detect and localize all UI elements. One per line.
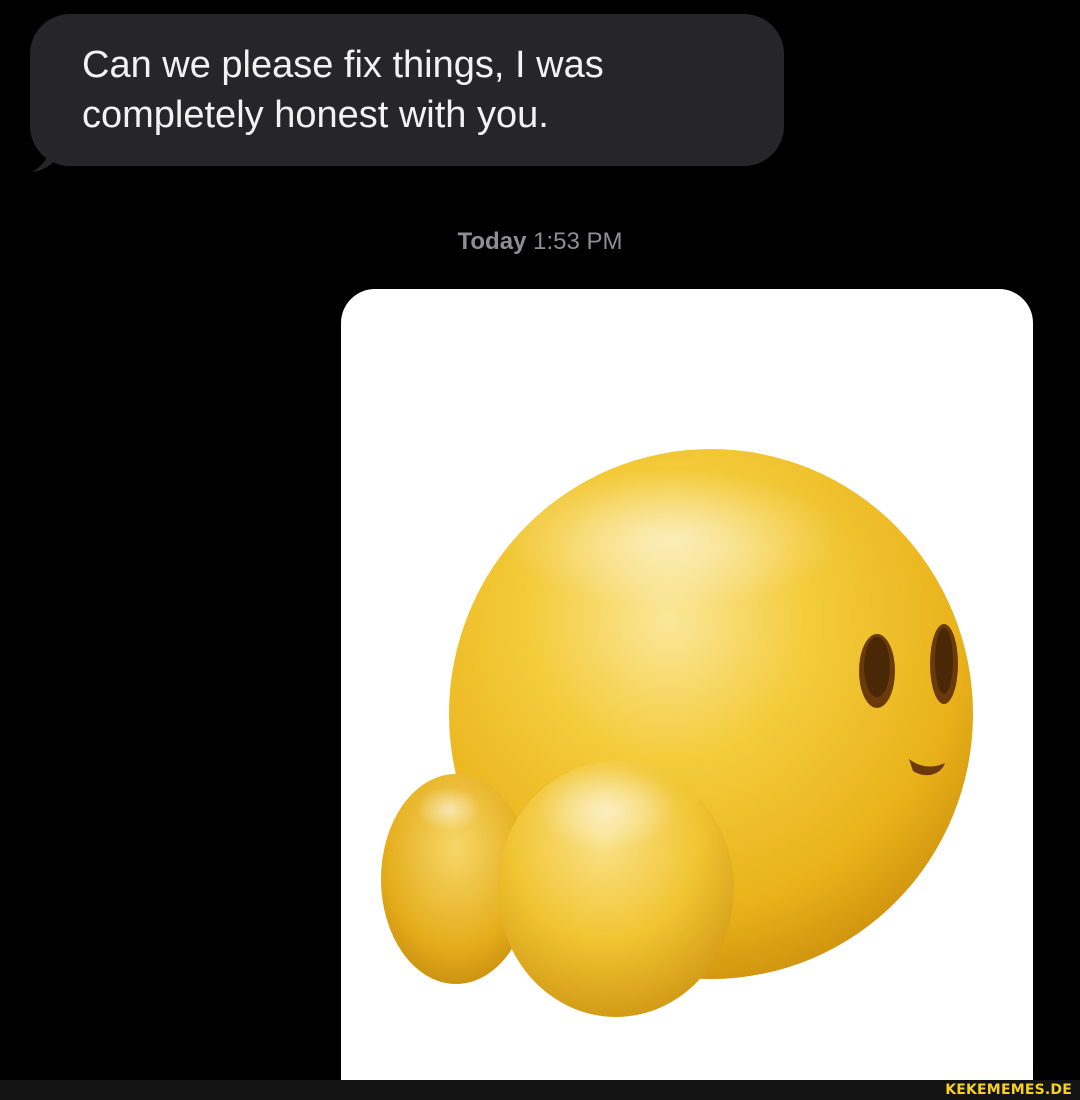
watermark-text: KEKEMEMES.DE — [945, 1082, 1072, 1098]
timestamp-time: 1:53 PM — [533, 228, 623, 255]
peach-butt-emoji-icon — [381, 449, 973, 1017]
message-thread: Can we please fix things, I was complete… — [0, 0, 1080, 1089]
outgoing-image-message[interactable] — [341, 289, 1033, 1089]
watermark-bar — [0, 1080, 1080, 1100]
incoming-message-wrapper: Can we please fix things, I was complete… — [30, 14, 784, 172]
incoming-message-bubble[interactable]: Can we please fix things, I was complete… — [30, 14, 784, 166]
message-timestamp: Today 1:53 PM — [0, 224, 1080, 260]
incoming-message-text: Can we please fix things, I was complete… — [82, 44, 604, 136]
timestamp-day: Today — [457, 228, 527, 255]
